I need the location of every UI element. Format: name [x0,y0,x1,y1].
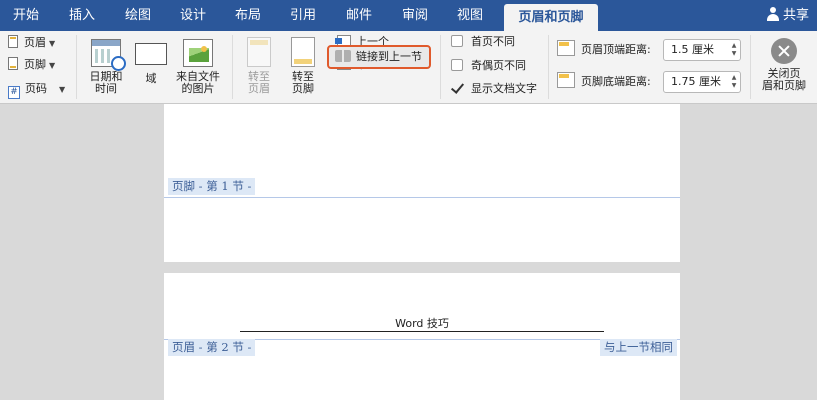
link-sections-icon [335,50,351,62]
close-header-footer-button[interactable]: 关闭页 眉和页脚 [752,38,816,92]
ribbon-separator [232,35,233,99]
tab-insert[interactable]: 插入 [56,0,108,31]
checkbox-box [451,59,463,71]
page-number-menu-label: 页码 [25,82,47,95]
ribbon-separator [750,35,751,99]
add-person-icon [766,7,780,21]
different-odd-even-label: 奇偶页不同 [471,59,526,72]
same-as-previous-tag: 与上一节相同 [600,339,677,356]
tab-references[interactable]: 引用 [277,0,329,31]
goto-footer-icon [291,37,315,67]
goto-footer-label: 转至 页脚 [292,70,314,95]
checkbox-box [451,35,463,47]
date-time-button[interactable]: 日期和 时间 [82,39,130,95]
different-first-page-label: 首页不同 [471,35,515,48]
picture-from-file-button[interactable]: 来自文件 的图片 [172,39,224,95]
footer-from-bottom-label: 页脚底端距离: [581,75,651,88]
tab-view[interactable]: 视图 [444,0,496,31]
page-header-text[interactable]: Word 技巧 [164,315,680,331]
header-from-top-label: 页眉顶端距离: [581,43,651,56]
field-button[interactable]: 域 [132,39,170,85]
header-section-tag: 页眉 - 第 2 节 - [168,339,256,356]
header-menu-label: 页眉 [24,36,46,49]
field-label: 域 [145,72,157,85]
share-label: 共享 [782,8,809,23]
different-odd-even-checkbox[interactable]: 奇偶页不同 [451,57,526,75]
ribbon-separator [76,35,77,99]
ribbon-tab-bar: 开始 插入 绘图 设计 布局 引用 邮件 审阅 视图 页眉和页脚 共享 [0,0,817,31]
header-menu-button[interactable]: 页眉 ▼ [8,33,55,53]
date-time-label: 日期和 时间 [89,70,123,95]
different-first-page-checkbox[interactable]: 首页不同 [451,33,515,51]
page-number-icon: # [8,86,20,99]
goto-header-icon [247,37,271,67]
link-to-previous-button[interactable]: 链接到上一节 [327,45,431,69]
tab-draw[interactable]: 绘图 [112,0,164,31]
header-doc-icon [8,35,18,48]
document-page-1[interactable]: 页脚 - 第 1 节 - [164,104,680,262]
picture-icon [183,39,213,67]
header-distance-icon [557,40,575,56]
footer-from-bottom-value: 1.75 厘米 [671,75,721,88]
header-from-top-input[interactable]: 1.5 厘米 ▲ ▼ [663,39,741,61]
close-circle-icon [771,38,797,64]
caret-down-icon: ▼ [49,61,56,70]
goto-header-label: 转至 页眉 [248,70,270,95]
calendar-clock-icon [91,39,126,71]
footer-distance-icon [557,72,575,88]
header-from-top-row: 页眉顶端距离: [557,39,651,61]
footer-from-bottom-row: 页脚底端距离: [557,71,651,93]
footer-menu-label: 页脚 [24,58,46,71]
tab-home[interactable]: 开始 [0,0,52,31]
tab-review[interactable]: 审阅 [389,0,441,31]
footer-boundary-line [164,197,680,198]
header-distance-stepper[interactable]: ▲ ▼ [730,42,738,58]
goto-footer-button[interactable]: 转至 页脚 [282,37,324,95]
footer-doc-icon [8,57,18,70]
tab-design[interactable]: 设计 [167,0,219,31]
picture-from-file-label: 来自文件 的图片 [176,70,220,95]
footer-section-tag: 页脚 - 第 1 节 - [168,178,256,195]
close-header-footer-label: 关闭页 眉和页脚 [762,67,806,92]
caret-down-icon: ▼ [49,39,56,48]
footer-menu-button[interactable]: 页脚 ▼ [8,55,55,75]
caret-down-icon: ▼ [59,85,66,94]
checkmark-icon [451,82,463,94]
page-number-menu-button[interactable]: # 页码 ▼ [8,79,65,99]
tab-header-footer[interactable]: 页眉和页脚 [504,4,598,31]
ribbon-separator [548,35,549,99]
footer-distance-stepper[interactable]: ▲ ▼ [730,74,738,90]
tab-layout[interactable]: 布局 [222,0,274,31]
header-from-top-value: 1.5 厘米 [671,43,714,56]
footer-from-bottom-input[interactable]: 1.75 厘米 ▲ ▼ [663,71,741,93]
tab-mailings[interactable]: 邮件 [333,0,385,31]
document-page-2[interactable]: Word 技巧 页眉 - 第 2 节 - 与上一节相同 [164,273,680,400]
show-document-text-checkbox[interactable]: 显示文档文字 [451,80,537,98]
goto-header-button[interactable]: 转至 页眉 [238,37,280,95]
ribbon-separator [440,35,441,99]
link-to-previous-label: 链接到上一节 [356,50,422,63]
share-button[interactable]: 共享 [766,0,809,31]
show-document-text-label: 显示文档文字 [471,82,537,95]
header-underline [240,331,604,332]
field-icon [135,43,167,65]
